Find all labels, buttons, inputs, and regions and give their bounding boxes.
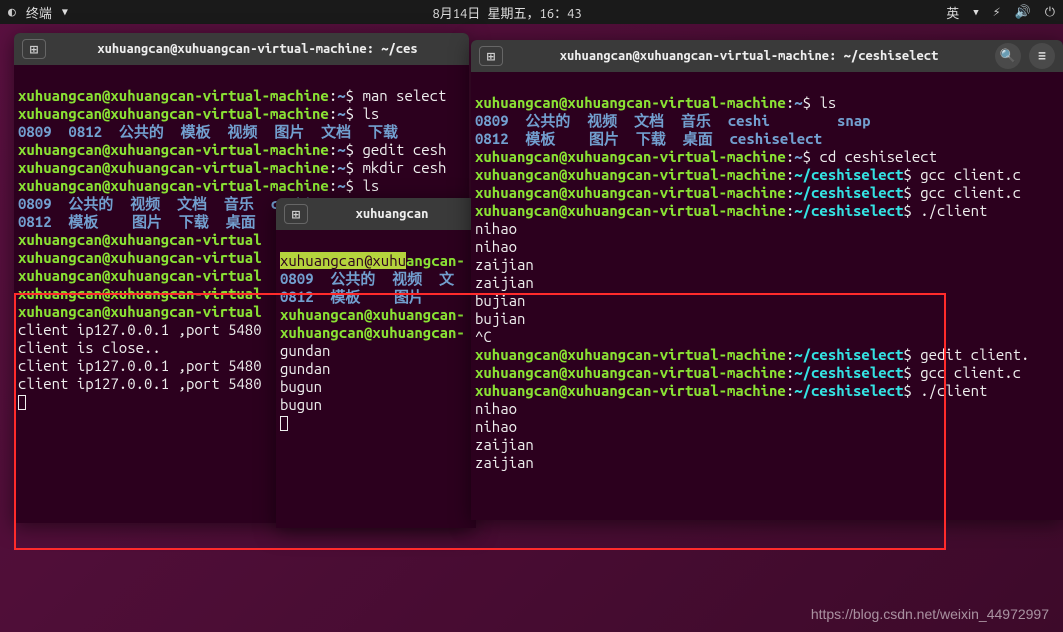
new-tab-button[interactable]: ⊞	[22, 39, 46, 59]
activities-icon[interactable]: ◐	[8, 5, 16, 20]
volume-icon[interactable]: 🔊	[1015, 5, 1031, 20]
watermark: https://blog.csdn.net/weixin_44972997	[811, 606, 1049, 622]
terminal-window-3[interactable]: ⊞ xuhuangcan xuhuangcan@xuhuangcan- 0809…	[276, 198, 476, 528]
new-tab-button[interactable]: ⊞	[479, 46, 503, 66]
menu-icon: ≡	[1038, 49, 1046, 64]
terminal-window-2[interactable]: ⊞ xuhuangcan@xuhuangcan-virtual-machine:…	[471, 40, 1063, 520]
topbar-app-label[interactable]: 终端	[26, 3, 52, 22]
terminal-body-3[interactable]: xuhuangcan@xuhuangcan- 0809 公共的 视频 文 081…	[276, 230, 476, 454]
ime-indicator[interactable]: 英	[946, 3, 959, 22]
window-title-3: xuhuangcan	[316, 207, 468, 221]
search-button[interactable]: 🔍	[995, 43, 1021, 69]
new-tab-button[interactable]: ⊞	[284, 204, 308, 224]
cursor-1	[18, 395, 26, 410]
power-icon[interactable]: ⏻	[1045, 5, 1055, 20]
network-icon[interactable]: ⚡	[993, 5, 1001, 20]
window-title-2: xuhuangcan@xuhuangcan-virtual-machine: ~…	[511, 49, 987, 63]
titlebar-1[interactable]: ⊞ xuhuangcan@xuhuangcan-virtual-machine:…	[14, 33, 469, 65]
terminal-body-2[interactable]: xuhuangcan@xuhuangcan-virtual-machine:~$…	[471, 72, 1063, 494]
menu-button[interactable]: ≡	[1029, 43, 1055, 69]
topbar-datetime[interactable]: 8月14日 星期五，16：43	[68, 3, 946, 22]
search-icon: 🔍	[1000, 49, 1016, 64]
topbar: ◐ 终端 ▼ 8月14日 星期五，16：43 英 ▼ ⚡ 🔊 ⏻	[0, 0, 1063, 24]
titlebar-2[interactable]: ⊞ xuhuangcan@xuhuangcan-virtual-machine:…	[471, 40, 1063, 72]
window-title-1: xuhuangcan@xuhuangcan-virtual-machine: ~…	[54, 42, 461, 56]
cursor-3	[280, 416, 288, 431]
titlebar-3[interactable]: ⊞ xuhuangcan	[276, 198, 476, 230]
